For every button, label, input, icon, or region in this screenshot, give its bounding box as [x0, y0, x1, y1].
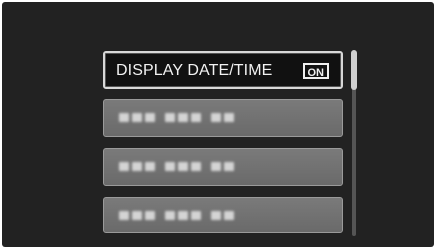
- menu-item-placeholder[interactable]: [103, 99, 343, 137]
- blurred-placeholder-text: [119, 162, 234, 171]
- blurred-placeholder-text: [119, 113, 234, 122]
- scrollbar-thumb[interactable]: [351, 50, 357, 90]
- menu-item-display-date-time[interactable]: DISPLAY DATE/TIME ON: [103, 51, 343, 89]
- menu-item-placeholder[interactable]: [103, 148, 343, 186]
- blurred-placeholder-text: [119, 211, 234, 220]
- setting-value-badge: ON: [302, 63, 329, 79]
- menu-item-label: DISPLAY DATE/TIME: [116, 62, 273, 79]
- menu-list: DISPLAY DATE/TIME ON: [103, 49, 343, 251]
- camera-menu-screen: DISPLAY DATE/TIME ON: [2, 2, 434, 247]
- menu-item-placeholder[interactable]: [103, 197, 343, 233]
